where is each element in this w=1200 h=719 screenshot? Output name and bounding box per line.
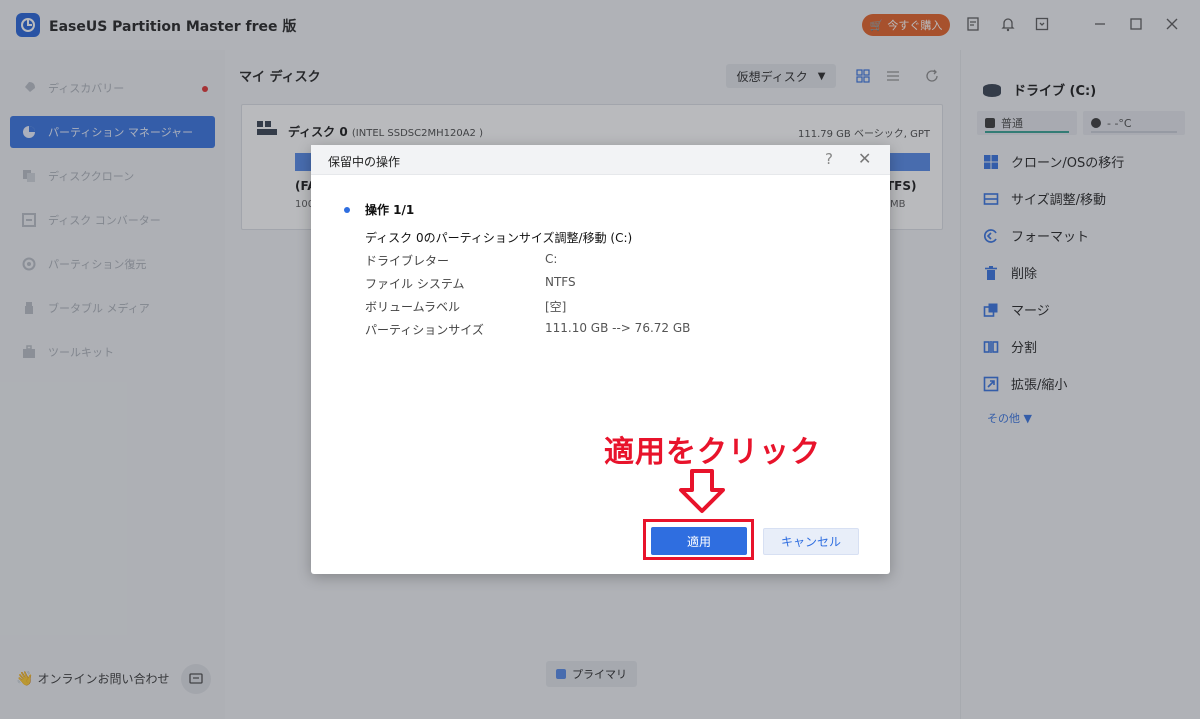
operation-title: 操作 1/1 — [365, 203, 415, 217]
detail-key: ボリュームラベル — [365, 300, 461, 314]
detail-key: ファイル システム — [365, 277, 465, 291]
cancel-button[interactable]: キャンセル — [763, 528, 859, 555]
apply-button[interactable]: 適用 — [651, 527, 747, 555]
detail-key: パーティションサイズ — [365, 323, 484, 337]
annotation-text: 適用をクリック — [604, 435, 821, 470]
dialog-close-icon[interactable]: ✕ — [858, 149, 871, 168]
pending-operations-dialog: 保留中の操作 ? ✕ 操作 1/1 ディスク 0のパーティションサイズ調整/移動… — [311, 145, 890, 574]
detail-value: [空] — [545, 300, 567, 314]
operation-bullet — [344, 207, 350, 213]
dialog-header: 保留中の操作 ? ✕ — [311, 145, 890, 175]
down-arrow-icon — [679, 469, 725, 513]
detail-key: ドライブレター — [365, 254, 450, 268]
detail-value: 111.10 GB --> 76.72 GB — [545, 321, 691, 335]
detail-value: NTFS — [545, 275, 576, 289]
help-icon[interactable]: ? — [825, 150, 833, 168]
operation-description: ディスク 0のパーティションサイズ調整/移動 (C:) — [365, 231, 633, 245]
dialog-title: 保留中の操作 — [328, 155, 401, 169]
detail-value: C: — [545, 252, 558, 266]
